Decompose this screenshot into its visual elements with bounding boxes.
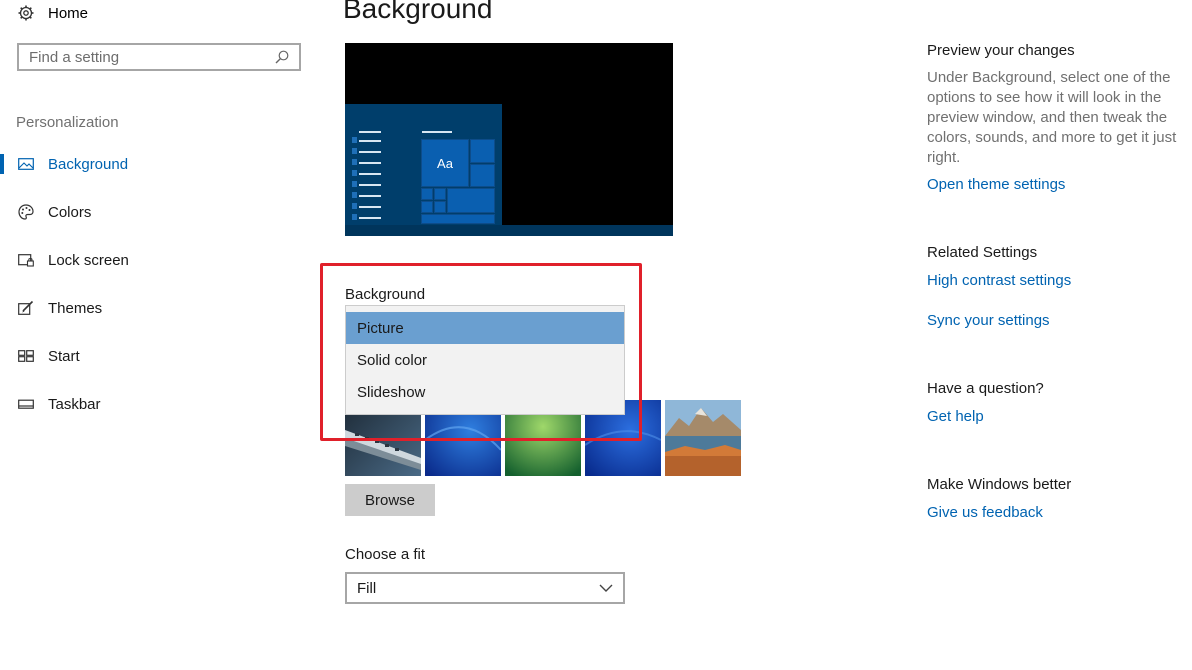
browse-button[interactable]: Browse	[345, 484, 435, 516]
sidebar-item-background[interactable]: Background	[0, 149, 300, 179]
feedback-heading: Make Windows better	[927, 476, 1072, 493]
section-label: Personalization	[16, 114, 119, 131]
sync-settings-link[interactable]: Sync your settings	[927, 312, 1050, 329]
picture-thumbnail[interactable]	[665, 400, 741, 476]
palette-icon	[18, 204, 34, 220]
taskbar-icon	[18, 396, 34, 412]
fit-value: Fill	[357, 579, 377, 597]
active-indicator	[0, 154, 4, 174]
home-button[interactable]: Home	[18, 2, 88, 24]
get-help-link[interactable]: Get help	[927, 408, 984, 425]
sidebar-item-label: Themes	[48, 299, 103, 317]
sidebar-item-label: Colors	[48, 203, 92, 221]
annotation-highlight-box	[320, 263, 642, 441]
desktop-preview: Aa	[345, 43, 673, 236]
question-heading: Have a question?	[927, 380, 1044, 397]
sidebar-item-taskbar[interactable]: Taskbar	[0, 389, 300, 419]
sidebar-item-label: Taskbar	[48, 395, 101, 413]
page-title: Background	[343, 0, 493, 24]
fit-label: Choose a fit	[345, 546, 426, 563]
chevron-down-icon	[599, 583, 613, 593]
sidebar-item-themes[interactable]: Themes	[0, 293, 300, 323]
sidebar-item-label: Start	[48, 347, 80, 365]
preview-heading: Preview your changes	[927, 42, 1075, 59]
home-label: Home	[48, 4, 89, 22]
sidebar-item-label: Lock screen	[48, 251, 129, 269]
give-feedback-link[interactable]: Give us feedback	[927, 504, 1043, 521]
sidebar-item-start[interactable]: Start	[0, 341, 300, 371]
preview-taskbar	[345, 225, 673, 236]
preview-tile: Aa	[421, 139, 469, 187]
lock-screen-icon	[18, 252, 34, 268]
open-theme-settings-link[interactable]: Open theme settings	[927, 176, 1065, 193]
sidebar-item-lock-screen[interactable]: Lock screen	[0, 245, 300, 275]
fit-dropdown[interactable]: Fill	[345, 572, 625, 604]
themes-icon	[18, 300, 34, 316]
start-icon	[18, 348, 34, 364]
high-contrast-settings-link[interactable]: High contrast settings	[927, 272, 1071, 289]
search-icon	[275, 50, 289, 64]
search-input[interactable]: Find a setting	[17, 43, 301, 71]
picture-icon	[18, 156, 34, 172]
sidebar-item-label: Background	[48, 155, 129, 173]
preview-description: Under Background, select one of the opti…	[927, 69, 1177, 166]
search-placeholder: Find a setting	[29, 48, 120, 66]
related-settings-heading: Related Settings	[927, 244, 1038, 261]
sidebar-item-colors[interactable]: Colors	[0, 197, 300, 227]
gear-icon	[18, 5, 34, 21]
preview-start-menu: Aa	[345, 104, 502, 228]
